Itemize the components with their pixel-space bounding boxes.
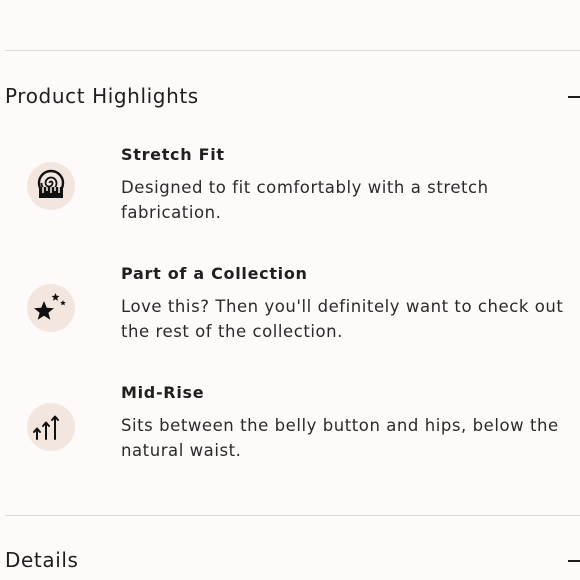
top-divider <box>5 50 580 51</box>
highlight-title: Mid-Rise <box>121 383 205 402</box>
highlight-title: Stretch Fit <box>121 145 225 164</box>
measuring-tape-icon <box>27 162 75 210</box>
highlight-description: Designed to fit comfortably with a stret… <box>121 178 489 222</box>
product-highlights-title: Product Highlights <box>5 84 199 108</box>
star-collection-icon <box>27 284 75 332</box>
highlight-description: Sits between the belly button and hips, … <box>121 416 559 460</box>
minus-icon[interactable] <box>568 560 580 562</box>
minus-icon[interactable] <box>568 96 580 98</box>
highlight-title: Part of a Collection <box>121 264 308 283</box>
details-title: Details <box>5 548 79 572</box>
highlight-description: Love this? Then you'll definitely want t… <box>121 297 564 341</box>
details-divider <box>5 515 580 516</box>
up-arrows-icon <box>27 403 75 451</box>
product-highlights-header[interactable]: Product Highlights <box>5 76 580 116</box>
details-header[interactable]: Details <box>5 540 580 580</box>
